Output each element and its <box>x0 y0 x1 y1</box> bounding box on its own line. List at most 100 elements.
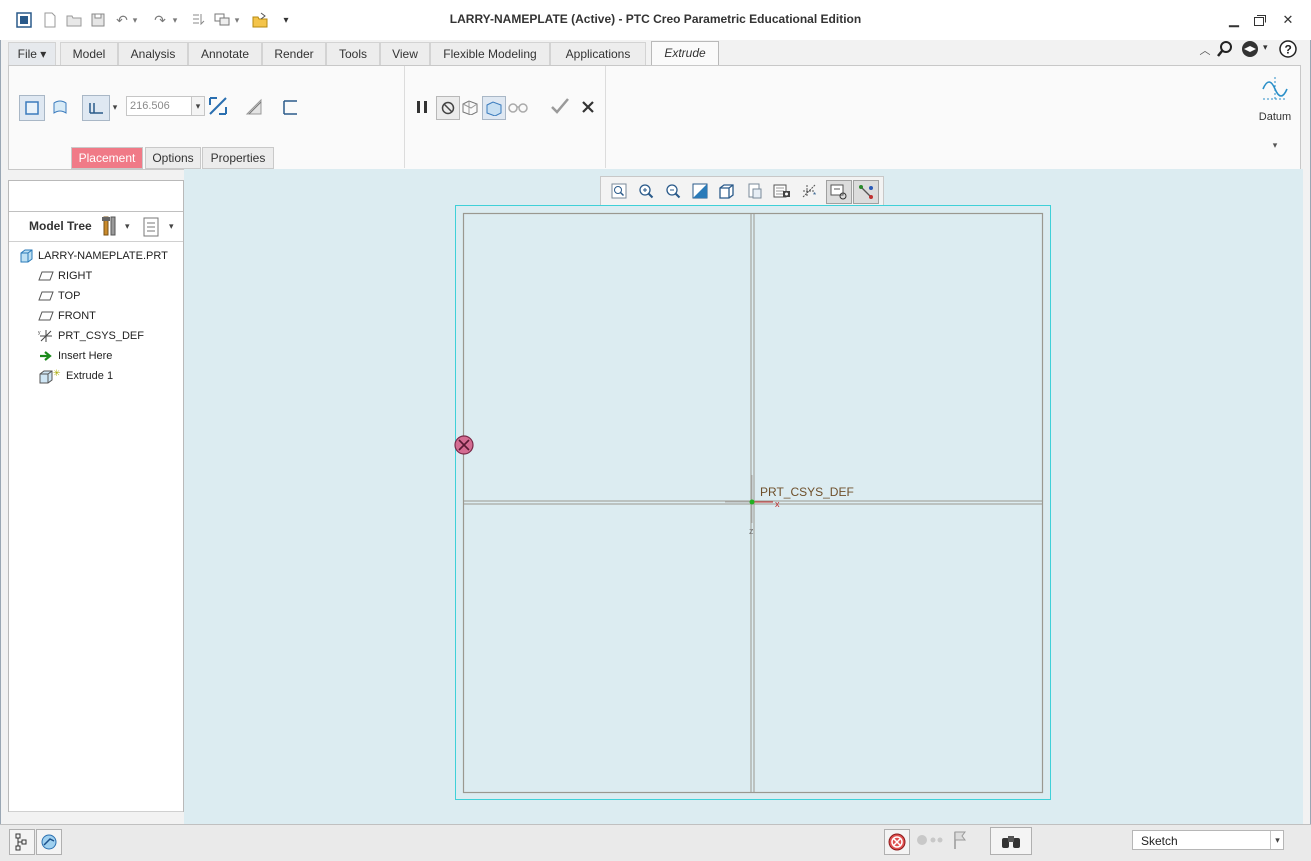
close-icon[interactable]: ✕ <box>1278 10 1298 30</box>
svg-text:y: y <box>38 330 41 336</box>
depth-value-dropdown-icon[interactable]: ▾ <box>192 96 205 116</box>
help-icon[interactable]: ? <box>1279 40 1297 58</box>
svg-text:*: * <box>813 191 816 199</box>
no-preview-icon[interactable] <box>436 96 460 120</box>
tree-item-label: FRONT <box>58 310 96 322</box>
csys-icon: y <box>38 329 54 343</box>
show-icon[interactable] <box>143 217 161 237</box>
minimize-icon[interactable]: ▁ <box>1224 10 1244 30</box>
window-title: LARRY-NAMEPLATE (Active) - PTC Creo Para… <box>449 12 862 26</box>
progress-dots-icon <box>916 834 946 846</box>
restore-icon[interactable] <box>1250 10 1270 30</box>
properties-subtab[interactable]: Properties <box>202 147 274 169</box>
tab-extrude[interactable]: Extrude <box>651 41 719 66</box>
sketch-view-icon[interactable] <box>826 180 852 204</box>
surface-extrude-icon[interactable] <box>49 96 71 118</box>
tree-item-label: Insert Here <box>58 350 113 362</box>
axis-x-label: x <box>775 499 780 509</box>
view-manager-icon[interactable] <box>743 180 767 202</box>
divider <box>9 811 183 812</box>
tree-item-label: TOP <box>58 290 81 302</box>
error-marker-icon[interactable] <box>454 435 474 455</box>
help-center-icon[interactable] <box>1240 40 1260 58</box>
browser-icon[interactable] <box>36 829 62 855</box>
tab-annotate[interactable]: Annotate <box>188 42 262 65</box>
tree-item-right[interactable]: RIGHT <box>38 267 92 285</box>
sketch-canvas[interactable] <box>455 205 1051 801</box>
selection-filter-dropdown-icon[interactable]: ▾ <box>1270 831 1284 849</box>
tree-settings-dropdown-icon[interactable]: ▾ <box>125 221 130 232</box>
verify-mode-icon[interactable] <box>507 96 529 118</box>
tree-item-label: Extrude 1 <box>66 370 114 382</box>
display-style-icon[interactable] <box>770 180 794 202</box>
graphics-toolbar: * <box>600 176 884 206</box>
minimize-ribbon-icon[interactable]: ︿ <box>1198 42 1212 57</box>
tree-item-label: PRT_CSYS_DEF <box>58 330 144 342</box>
selection-filter[interactable]: Sketch <box>1132 830 1284 850</box>
tree-item-part[interactable]: LARRY-NAMEPLATE.PRT <box>18 247 168 265</box>
tab-view[interactable]: View <box>380 42 430 65</box>
part-icon <box>18 249 34 263</box>
tab-model[interactable]: Model <box>60 42 118 65</box>
tree-item-front[interactable]: FRONT <box>38 307 96 325</box>
extrude-ribbon: ▾ 216.506 ▾ Placement Options Properties… <box>8 65 1301 170</box>
tab-flexible-modeling[interactable]: Flexible Modeling <box>430 42 550 65</box>
zoom-out-icon[interactable] <box>661 180 685 202</box>
zoom-in-icon[interactable] <box>634 180 658 202</box>
placement-subtab[interactable]: Placement <box>71 147 143 169</box>
regen-status-icon[interactable] <box>884 829 910 855</box>
arrow-right-icon <box>38 349 54 363</box>
ribbon-separator <box>605 66 606 168</box>
datum-dropdown-icon[interactable]: ▾ <box>1269 140 1281 151</box>
ribbon-tabs: File ▾ Model Analysis Annotate Render To… <box>8 41 1303 66</box>
tree-item-label: LARRY-NAMEPLATE.PRT <box>38 250 168 262</box>
tab-applications[interactable]: Applications <box>550 42 646 65</box>
csys-marker <box>725 475 773 523</box>
remove-material-icon[interactable] <box>243 96 265 118</box>
datum-label[interactable]: Datum <box>1254 111 1296 123</box>
datum-plane-icon <box>38 269 54 283</box>
saved-orientations-icon[interactable] <box>715 180 739 202</box>
solid-extrude-icon[interactable] <box>19 95 45 121</box>
find-icon[interactable] <box>990 827 1032 855</box>
show-dropdown-icon[interactable]: ▾ <box>169 221 174 232</box>
pause-icon[interactable] <box>411 96 433 118</box>
navigator-panel: Model Tree ▾ ▾ <box>8 180 184 812</box>
datum-plane-icon <box>38 289 54 303</box>
depth-dropdown-icon[interactable]: ▾ <box>109 96 121 118</box>
depth-value-input[interactable]: 216.506 <box>126 96 192 116</box>
tree-item-insert-here[interactable]: Insert Here <box>38 347 112 365</box>
preview-detached-icon[interactable] <box>482 96 506 120</box>
thicken-sketch-icon[interactable] <box>279 96 301 118</box>
tab-analysis[interactable]: Analysis <box>118 42 188 65</box>
preview-attached-icon[interactable] <box>459 96 481 118</box>
flip-direction-icon[interactable] <box>207 95 229 117</box>
tree-settings-icon[interactable] <box>101 215 121 237</box>
depth-blind-icon[interactable] <box>82 95 110 121</box>
tree-item-top[interactable]: TOP <box>38 287 80 305</box>
tab-file[interactable]: File ▾ <box>8 42 56 65</box>
datum-display-filters-icon[interactable]: * <box>798 180 822 202</box>
tree-item-extrude[interactable]: ✳ Extrude 1 <box>38 367 113 385</box>
flag-icon[interactable] <box>952 830 970 850</box>
ok-check-icon[interactable] <box>549 95 571 117</box>
svg-text:✳: ✳ <box>53 368 61 378</box>
tree-item-csys[interactable]: y PRT_CSYS_DEF <box>38 327 144 345</box>
tab-tools[interactable]: Tools <box>326 42 380 65</box>
divider <box>9 241 183 242</box>
repaint-icon[interactable] <box>688 180 712 202</box>
datum-icon[interactable] <box>1260 74 1290 104</box>
help-dropdown-icon[interactable]: ▾ <box>1263 42 1273 56</box>
cancel-x-icon[interactable] <box>577 96 599 118</box>
status-bar <box>0 824 1311 861</box>
sketcher-display-filters-icon[interactable] <box>853 180 879 204</box>
tab-render[interactable]: Render <box>262 42 326 65</box>
search-icon[interactable] <box>1216 40 1234 58</box>
refit-icon[interactable] <box>607 180 631 202</box>
ribbon-separator <box>404 66 405 168</box>
model-tree-title: Model Tree <box>29 219 92 233</box>
svg-text:?: ? <box>1285 43 1292 57</box>
datum-plane-icon <box>38 309 54 323</box>
toggle-navigator-icon[interactable] <box>9 829 35 855</box>
options-subtab[interactable]: Options <box>145 147 201 169</box>
